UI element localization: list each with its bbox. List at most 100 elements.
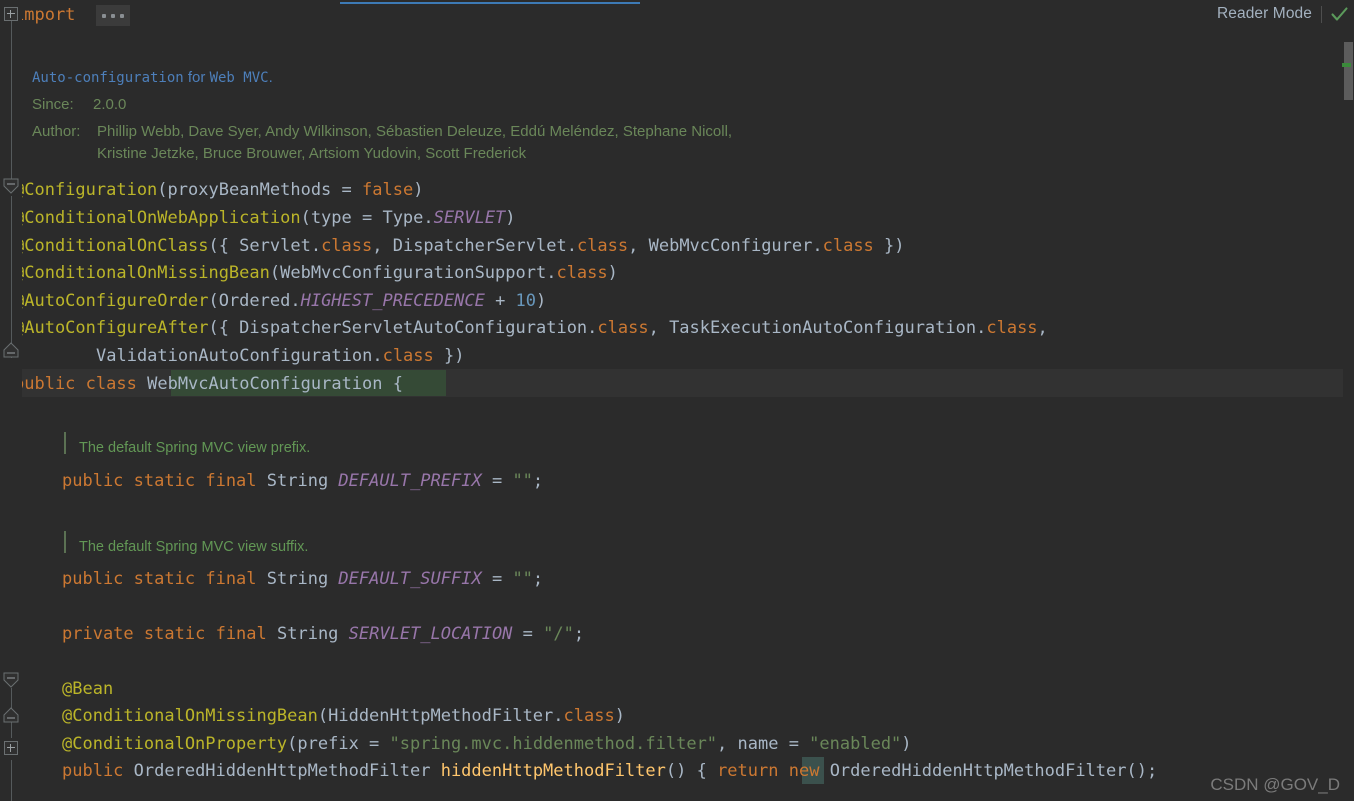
- code-token: ): [536, 291, 547, 311]
- editor-gutter[interactable]: [0, 0, 22, 801]
- code-token: @ConditionalOnMissingBean: [62, 706, 318, 726]
- code-token: final: [205, 471, 257, 491]
- code-token: WebMvcAutoConfiguration: [147, 374, 383, 394]
- field-doc-suffix: The default Spring MVC view suffix.: [79, 539, 309, 555]
- fold-toggle-class-end[interactable]: [3, 341, 19, 359]
- code-token: , WebMvcConfigurer.: [628, 236, 823, 256]
- code-token: ): [607, 263, 618, 283]
- code-token: "spring.mvc.hiddenmethod.filter": [389, 734, 718, 754]
- check-icon[interactable]: [1331, 6, 1348, 22]
- code-token: () {: [665, 761, 718, 781]
- code-token: }): [873, 236, 905, 256]
- code-token: final: [215, 624, 267, 644]
- code-token: (WebMvcConfigurationSupport.: [269, 263, 557, 283]
- code-token: static: [133, 569, 196, 589]
- field-line-default-suffix[interactable]: public static final String DEFAULT_SUFFI…: [62, 566, 543, 594]
- code-token: @ConditionalOnProperty: [62, 734, 288, 754]
- javadoc-author-label: Author:: [32, 123, 81, 140]
- code-token: }): [433, 346, 465, 366]
- fold-toggle-import[interactable]: [4, 7, 18, 21]
- code-token: OrderedHiddenHttpMethodFilter();: [819, 761, 1158, 781]
- code-token: "": [512, 471, 533, 491]
- bean-line-1[interactable]: @ConditionalOnMissingBean(HiddenHttpMeth…: [62, 703, 625, 731]
- code-content[interactable]: import Auto-configuration for Web MVC. S…: [0, 0, 1354, 801]
- fold-toggle-class-start[interactable]: [3, 178, 19, 196]
- code-token: class: [986, 318, 1038, 338]
- vertical-scrollbar-thumb[interactable]: [1344, 42, 1353, 100]
- code-token: @Configuration: [14, 180, 158, 200]
- field-line-default-prefix[interactable]: public static final String DEFAULT_PREFI…: [62, 468, 543, 496]
- code-token: class: [822, 236, 874, 256]
- bean-line-2[interactable]: @ConditionalOnProperty(prefix = "spring.…: [62, 731, 912, 759]
- code-token: HIGHEST_PRECEDENCE: [300, 291, 485, 311]
- annotation-line-5[interactable]: @AutoConfigureAfter({ DispatcherServletA…: [14, 315, 1048, 343]
- class-declaration-line[interactable]: public class WebMvcAutoConfiguration {: [14, 371, 403, 399]
- code-token: public: [62, 569, 124, 589]
- code-token: class: [597, 318, 649, 338]
- code-token: String: [266, 624, 349, 644]
- code-token: ;: [532, 471, 544, 491]
- annotation-line-1[interactable]: @ConditionalOnWebApplication(type = Type…: [14, 205, 516, 233]
- bean-line-0[interactable]: @Bean: [62, 676, 113, 704]
- code-token: hiddenHttpMethodFilter: [440, 761, 666, 781]
- line-import[interactable]: import: [14, 2, 75, 30]
- code-token: ): [614, 706, 625, 726]
- vertical-scrollbar-track[interactable]: [1342, 0, 1354, 801]
- code-token: ({ DispatcherServletAutoConfiguration.: [208, 318, 598, 338]
- reader-mode-bar[interactable]: Reader Mode: [1217, 0, 1354, 28]
- code-token: class: [556, 263, 608, 283]
- fold-toggle-method-body[interactable]: [4, 741, 18, 755]
- annotation-line-0[interactable]: @Configuration(proxyBeanMethods = false): [14, 177, 423, 205]
- code-token: DEFAULT_SUFFIX: [338, 569, 482, 589]
- code-token: ): [413, 180, 424, 200]
- code-token: @ConditionalOnMissingBean: [14, 263, 270, 283]
- code-token: public: [14, 374, 76, 394]
- annotation-line-3[interactable]: @ConditionalOnMissingBean(WebMvcConfigur…: [14, 260, 618, 288]
- code-token: @Bean: [62, 679, 114, 699]
- code-token: @ConditionalOnWebApplication: [14, 208, 301, 228]
- javadoc-summary: Auto-configuration for Web MVC.: [32, 67, 273, 89]
- code-token: class: [85, 374, 137, 394]
- code-token: =: [481, 471, 513, 491]
- code-token: ,: [1037, 318, 1048, 338]
- code-token: @AutoConfigureOrder: [14, 291, 209, 311]
- fold-toggle-bean-end[interactable]: [3, 706, 19, 724]
- code-token: {: [382, 374, 403, 394]
- code-token: , DispatcherServlet.: [372, 236, 577, 256]
- code-token: public: [62, 761, 124, 781]
- code-token: DEFAULT_PREFIX: [338, 471, 482, 491]
- code-token: "enabled": [809, 734, 902, 754]
- code-token: String: [256, 471, 339, 491]
- code-token: , name =: [717, 734, 810, 754]
- code-token: ({ Servlet.: [208, 236, 322, 256]
- code-token: SERVLET_LOCATION: [348, 624, 513, 644]
- annotation-line-6-continued[interactable]: ValidationAutoConfiguration.class }): [96, 343, 464, 371]
- fold-toggle-bean-start[interactable]: [3, 672, 19, 690]
- code-token: ): [505, 208, 516, 228]
- code-token: class: [576, 236, 629, 256]
- annotation-line-4[interactable]: @AutoConfigureOrder(Ordered.HIGHEST_PREC…: [14, 288, 546, 316]
- javadoc-author-line-2: Kristine Jetzke, Bruce Brouwer, Artsiom …: [97, 145, 527, 162]
- code-token: (HiddenHttpMethodFilter.: [317, 706, 564, 726]
- javadoc-summary-prefix: Auto-configuration: [32, 70, 184, 86]
- code-token: class: [563, 706, 615, 726]
- reader-mode-label: Reader Mode: [1216, 5, 1312, 22]
- annotation-line-2[interactable]: @ConditionalOnClass({ Servlet.class, Dis…: [14, 233, 905, 261]
- code-token: ;: [573, 624, 585, 644]
- code-token: class: [321, 236, 373, 256]
- import-keyword: import: [14, 5, 76, 25]
- code-token: false: [362, 180, 414, 200]
- javadoc-summary-end: .: [268, 69, 273, 86]
- folded-imports-placeholder[interactable]: [96, 5, 130, 26]
- code-token: static: [133, 471, 196, 491]
- code-token: new: [788, 761, 820, 781]
- code-token: OrderedHiddenHttpMethodFilter: [123, 761, 441, 781]
- field-line-servlet-location[interactable]: private static final String SERVLET_LOCA…: [62, 621, 584, 649]
- gutter-scope-line-class: [11, 196, 12, 358]
- bean-line-3[interactable]: public OrderedHiddenHttpMethodFilter hid…: [62, 758, 1157, 786]
